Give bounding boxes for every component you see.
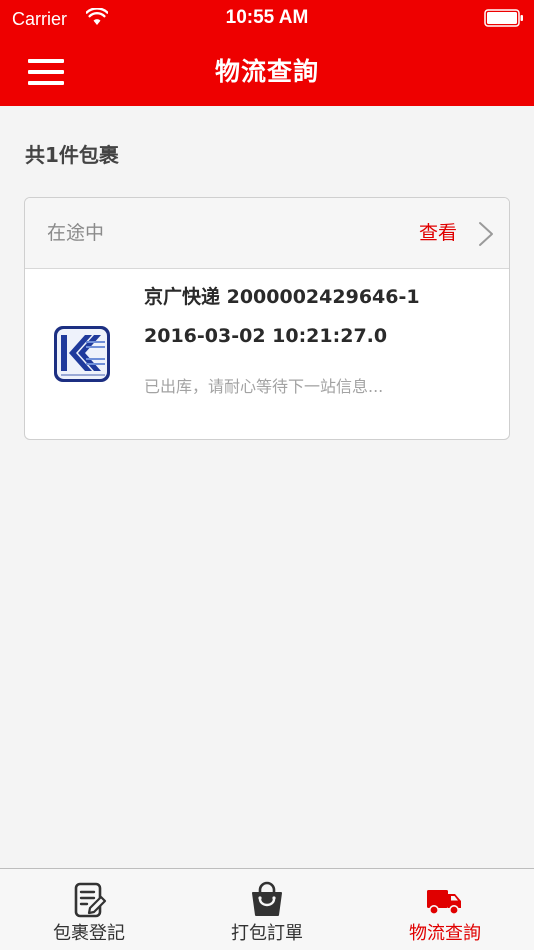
courier-logo-icon [54, 326, 110, 382]
status-bar: Carrier 10:55 AM [0, 0, 534, 38]
tab-label: 物流查詢 [409, 923, 481, 944]
tab-packing-orders[interactable]: 打包訂單 [178, 869, 356, 950]
tab-label: 包裹登記 [53, 923, 125, 944]
page-title: 物流查詢 [214, 57, 319, 86]
nav-bar: 物流查詢 [0, 38, 534, 106]
edit-document-icon [74, 882, 107, 918]
package-card-header[interactable]: 在途中 查看 [25, 198, 509, 269]
tab-logistics-query[interactable]: 物流查詢 [356, 869, 534, 950]
tab-package-register[interactable]: 包裹登記 [0, 869, 178, 950]
package-count: 共1件包裹 [25, 143, 119, 167]
tab-bar: 包裹登記 打包訂單 物流查詢 [0, 868, 534, 950]
shipment-status: 在途中 [47, 222, 105, 244]
battery-icon [484, 9, 523, 27]
shopping-bag-icon [252, 881, 282, 916]
tab-label: 打包訂單 [231, 923, 303, 944]
package-card[interactable]: 在途中 查看 京广快递 2000002429646-1 2016-03-02 1… [24, 197, 510, 440]
view-details-link[interactable]: 查看 [419, 220, 457, 246]
update-datetime: 2016-03-02 10:21:27.0 [144, 325, 388, 347]
app-header: Carrier 10:55 AM 物流查詢 [0, 0, 534, 106]
chevron-right-icon[interactable] [477, 220, 495, 248]
tracking-message: 已出库，请耐心等待下一站信息... [144, 377, 384, 396]
clock: 10:55 AM [225, 7, 309, 28]
delivery-truck-icon [427, 890, 461, 915]
courier-tracking-number: 京广快递 2000002429646-1 [144, 286, 420, 308]
